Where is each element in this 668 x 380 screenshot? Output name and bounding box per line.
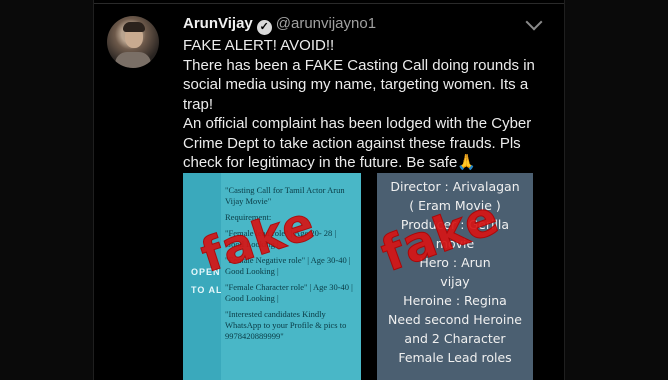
divider (94, 3, 564, 4)
tweet-line: There has been a FAKE Casting Call doing… (183, 56, 535, 113)
tweet-line: An official complaint has been lodged wi… (183, 115, 532, 171)
tweet-text: FAKE ALERT! AVOID!! There has been a FAK… (183, 36, 553, 173)
author-name[interactable]: ArunVijay (183, 15, 253, 32)
author-handle[interactable]: @arunvijayno1 (276, 15, 376, 32)
tweet-header: ArunVijay ✓ @arunvijayno1 (183, 15, 376, 35)
verified-badge-icon: ✓ (256, 20, 272, 35)
tweet-line: FAKE ALERT! AVOID!! (183, 37, 335, 54)
avatar[interactable] (107, 16, 159, 68)
